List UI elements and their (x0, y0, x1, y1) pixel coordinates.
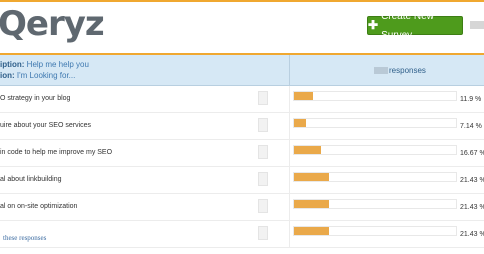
user-menu-placeholder[interactable] (470, 21, 484, 29)
create-survey-button[interactable]: ✚ Create New Survey (367, 11, 463, 41)
answer-filter-checkbox[interactable] (258, 118, 268, 132)
column-divider (289, 86, 290, 112)
responses-header-label: responses (389, 66, 426, 75)
response-bar (293, 172, 457, 182)
response-bar (293, 226, 457, 236)
answer-filter-checkbox[interactable] (258, 226, 268, 240)
response-bar-fill (294, 119, 306, 127)
response-bar (293, 145, 457, 155)
answer-row: in code to help me improve my SEO 16.67 % (0, 140, 484, 167)
answer-row: uire about your SEO services 7.14 % (0, 113, 484, 140)
survey-results-panel: iption: Help me help you ion: I'm Lookin… (0, 53, 484, 254)
column-divider (289, 113, 290, 139)
description-line: iption: Help me help you (0, 60, 89, 69)
question-label: ion: (0, 71, 15, 80)
answer-row: 21.43 % (0, 221, 484, 248)
response-bar-fill (294, 146, 321, 154)
these-responses-link[interactable]: these responses (3, 234, 46, 242)
create-survey-label: Create New Survey (381, 10, 434, 41)
answer-filter-checkbox[interactable] (258, 172, 268, 186)
question-line: ion: I'm Looking for... (0, 71, 75, 80)
column-divider (289, 167, 290, 193)
top-bar: Qeryz ✚ Create New Survey (0, 0, 484, 48)
column-divider (289, 221, 290, 247)
app-logo[interactable]: Qeryz (0, 6, 105, 42)
response-bar (293, 199, 457, 209)
responses-header: responses (374, 66, 426, 75)
response-bar-fill (294, 92, 314, 100)
column-divider (289, 194, 290, 220)
answer-filter-checkbox[interactable] (258, 91, 268, 105)
response-bar-fill (294, 227, 329, 235)
answer-row: al about linkbuilding 21.43 % (0, 167, 484, 194)
response-bar (293, 118, 457, 128)
response-bar (293, 91, 457, 101)
response-bar-fill (294, 200, 329, 208)
answer-percent: 7.14 % (460, 123, 482, 130)
answer-percent: 11.9 % (460, 96, 482, 103)
answer-filter-checkbox[interactable] (258, 145, 268, 159)
question-header: iption: Help me help you ion: I'm Lookin… (0, 55, 484, 86)
description-label: iption: (0, 60, 25, 69)
question-value: I'm Looking for... (16, 71, 76, 80)
answer-filter-checkbox[interactable] (258, 199, 268, 213)
answer-row: al on on-site optimization 21.43 % (0, 194, 484, 221)
answer-percent: 16.67 % (460, 150, 484, 157)
responses-count-placeholder (374, 67, 388, 74)
answer-percent: 21.43 % (460, 204, 484, 211)
header-divider (289, 55, 290, 85)
answer-label: uire about your SEO services (0, 122, 92, 129)
description-value: Help me help you (26, 60, 89, 69)
answer-label: al about linkbuilding (0, 176, 62, 183)
column-divider (289, 140, 290, 166)
answer-row: O strategy in your blog 11.9 % (0, 86, 484, 113)
answer-label: O strategy in your blog (0, 95, 71, 102)
answer-percent: 21.43 % (460, 177, 484, 184)
response-bar-fill (294, 173, 329, 181)
answer-label: al on on-site optimization (0, 203, 78, 210)
answer-label: in code to help me improve my SEO (0, 149, 113, 156)
plus-icon: ✚ (368, 18, 379, 32)
answer-percent: 21.43 % (460, 231, 484, 238)
